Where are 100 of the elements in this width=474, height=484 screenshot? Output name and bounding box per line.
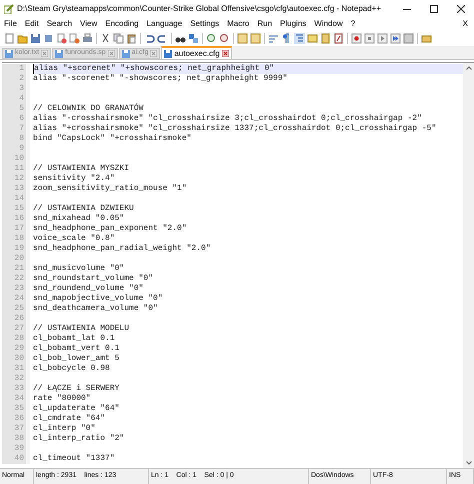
line-number: 7 <box>2 124 26 134</box>
code-line: snd_mixahead "0.05" <box>33 214 124 223</box>
app-icon <box>4 4 14 14</box>
line-number: 29 <box>2 344 26 354</box>
play-icon[interactable] <box>377 32 388 44</box>
line-number: 9 <box>2 144 26 154</box>
menu-item[interactable]: Macro <box>227 18 250 30</box>
new-file-icon[interactable] <box>4 32 15 44</box>
paste-icon[interactable] <box>126 32 137 44</box>
line-number: 5 <box>2 104 26 114</box>
line-number: 35 <box>2 404 26 414</box>
menu-item[interactable]: Edit <box>24 18 39 30</box>
code-line: // USTAWIENIA MYSZKI <box>33 164 130 173</box>
line-number: 32 <box>2 374 26 384</box>
line-number: 14 <box>2 194 26 204</box>
menu-item[interactable]: Search <box>46 18 72 30</box>
code-line: cl_bobamt_vert 0.1 <box>33 344 120 353</box>
line-number: 16 <box>2 214 26 224</box>
maximize-icon[interactable] <box>430 4 438 12</box>
menu-item[interactable]: View <box>80 18 98 30</box>
code-line: cl_interp "0" <box>33 424 96 433</box>
line-number: 1 <box>2 64 26 74</box>
code-line: zoom_sensitivity_ratio_mouse "1" <box>33 184 187 193</box>
line-number: 24 <box>2 294 26 304</box>
line-number: 13 <box>2 184 26 194</box>
code-line: cl_cmdrate "64" <box>33 414 106 423</box>
code-line: alias "-scorenet" "-showscores; net_graphheight 9999" <box>33 74 288 83</box>
folder-icon[interactable] <box>17 32 28 44</box>
code-line: snd_roundstart_volume "0" <box>33 274 154 283</box>
line-number: 33 <box>2 384 26 394</box>
line-number: 26 <box>2 314 26 324</box>
code-line: cl_bobcycle 0.98 <box>33 364 110 373</box>
word-wrap-icon[interactable] <box>268 32 279 44</box>
code-line: snd_deathcamera_volume "0" <box>33 304 158 313</box>
line-number: 27 <box>2 324 26 334</box>
save-icon <box>5 50 13 58</box>
line-number: 10 <box>2 154 26 164</box>
code-line: snd_headphone_pan_exponent "2.0" <box>33 224 187 233</box>
replace-icon[interactable] <box>188 32 199 44</box>
menu-item[interactable]: Plugins <box>280 18 306 30</box>
code-line: // USTAWIENIA MODELU <box>33 324 130 333</box>
line-number: 2 <box>2 74 26 84</box>
code-line: bind "CapsLock" "+crosshairsmoke" <box>33 134 192 143</box>
menu-item[interactable]: Settings <box>190 18 220 30</box>
code-line: cl_bob_lower_amt 5 <box>33 354 120 363</box>
line-number: 36 <box>2 414 26 424</box>
code-line: sensitivity "2.4" <box>33 174 115 183</box>
save-icon[interactable] <box>30 32 41 44</box>
code-line: // USTAWIENIA DZWIEKU <box>33 204 134 213</box>
line-number: 38 <box>2 434 26 444</box>
line-number: 30 <box>2 354 26 364</box>
menu-item[interactable]: File <box>4 18 17 30</box>
close-document-button[interactable]: X <box>462 18 468 30</box>
code-line: snd_headphone_pan_radial_weight "2.0" <box>33 244 211 253</box>
line-number: 40 <box>2 454 26 464</box>
line-number: 28 <box>2 334 26 344</box>
menu-item[interactable]: Language <box>146 18 182 30</box>
code-line: cl_timeout "1337" <box>33 454 115 463</box>
stop-icon[interactable] <box>364 32 375 44</box>
indent-guide-icon[interactable] <box>294 32 305 44</box>
close-file-icon[interactable] <box>56 32 67 44</box>
copy-icon[interactable] <box>113 32 124 44</box>
function-list-icon[interactable] <box>333 32 344 44</box>
line-number: 21 <box>2 264 26 274</box>
scroll-down-icon[interactable] <box>466 461 472 465</box>
menu-item[interactable]: Encoding <box>105 18 139 30</box>
line-number: 8 <box>2 134 26 144</box>
close-tab-icon[interactable] <box>222 50 229 57</box>
redo-icon[interactable] <box>157 32 168 44</box>
line-number: 3 <box>2 84 26 94</box>
line-number: 15 <box>2 204 26 214</box>
code-line: rate "80000" <box>33 394 91 403</box>
close-all-icon[interactable] <box>69 32 80 44</box>
line-number: 37 <box>2 424 26 434</box>
file-tab[interactable]: autoexec.cfg <box>161 46 232 59</box>
menu-item[interactable]: Run <box>257 18 272 30</box>
window-title: D:\Steam Gry\steamapps\common\Counter-Strike Global Offensive\csgo\cfg\autoexec.cfg - Notepad++ <box>17 2 382 14</box>
run-multiple-icon[interactable] <box>390 32 401 44</box>
code-line: snd_roundend_volume "0" <box>33 284 144 293</box>
line-number: 31 <box>2 364 26 374</box>
code-line: alias "-crosshairsmoke" "cl_crosshairsize 3;cl_crosshairdot 0;cl_crosshairgap -2" <box>33 114 422 123</box>
line-number: 20 <box>2 254 26 264</box>
undo-icon[interactable] <box>144 32 155 44</box>
close-icon[interactable] <box>457 4 465 12</box>
code-line: // CELOWNIK DO GRANATÓW <box>33 104 144 113</box>
code-line: snd_musicvolume "0" <box>33 264 124 273</box>
scroll-up-icon[interactable] <box>466 66 472 70</box>
line-number: 18 <box>2 234 26 244</box>
printer-icon[interactable] <box>82 32 93 44</box>
line-number: 25 <box>2 304 26 314</box>
code-line: alias "+scorenet" "+showscores; net_graphheight 0" <box>34 64 274 73</box>
record-icon[interactable] <box>351 32 362 44</box>
line-number: 12 <box>2 174 26 184</box>
line-number: 39 <box>2 444 26 454</box>
code-line: voice_scale "0.8" <box>33 234 115 243</box>
menu-item[interactable]: ? <box>350 18 356 30</box>
line-number: 23 <box>2 284 26 294</box>
vertical-scrollbar[interactable] <box>463 63 474 468</box>
menu-item[interactable]: Window <box>314 18 343 30</box>
pilcrow-icon[interactable] <box>281 32 292 44</box>
